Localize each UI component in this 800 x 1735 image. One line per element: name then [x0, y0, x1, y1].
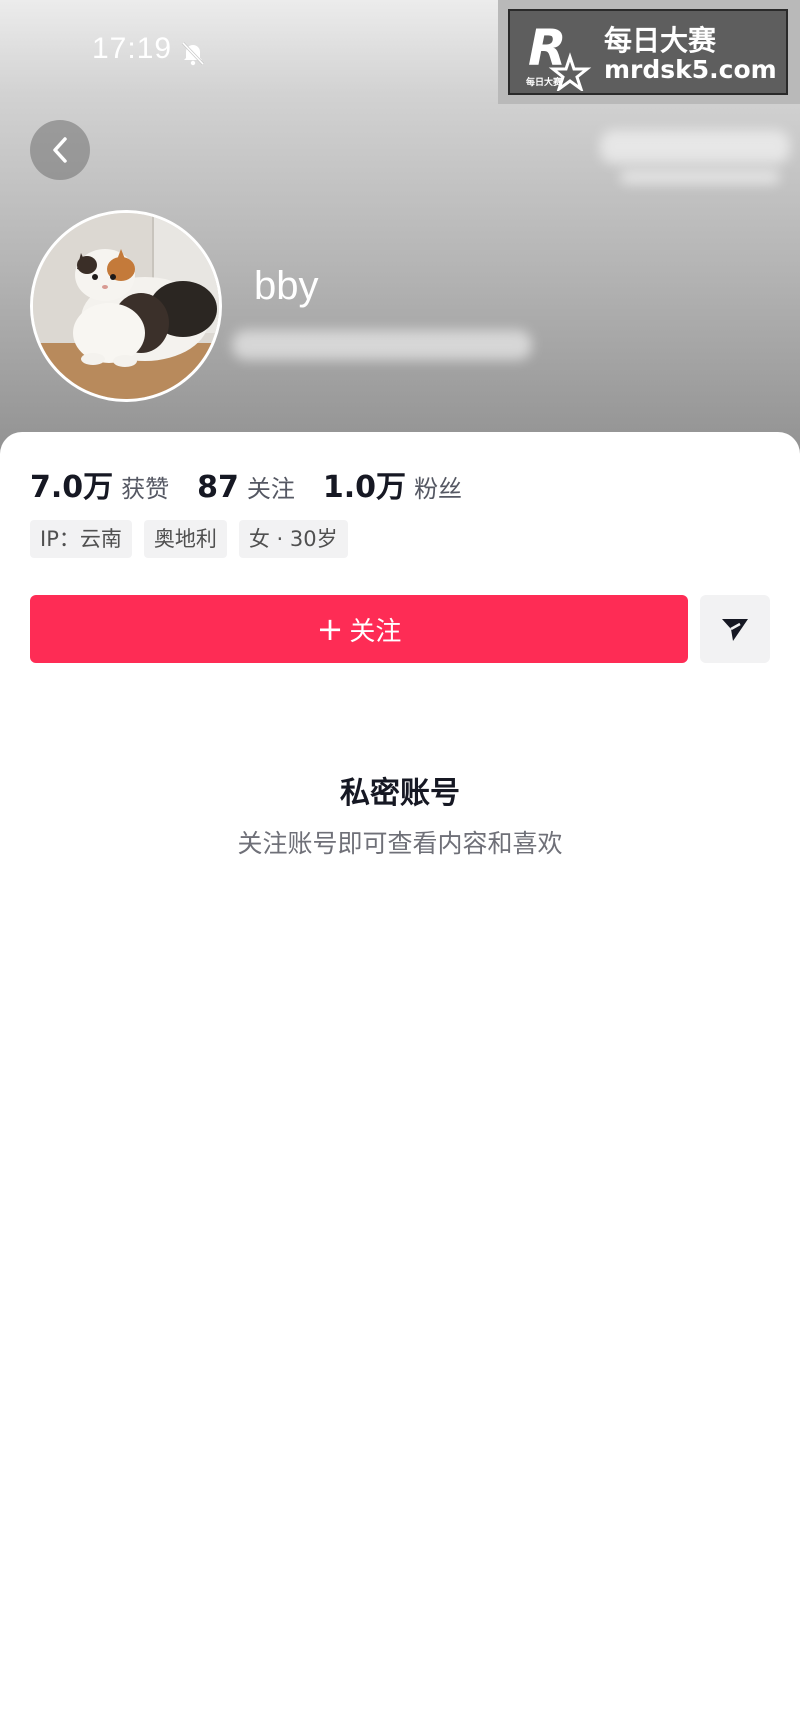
tag-gender-age: 女 · 30岁: [238, 520, 348, 558]
watermark-logo: R 每日大赛: [526, 19, 592, 91]
stat-following[interactable]: 87 关注: [197, 469, 295, 505]
stats-row: 7.0万 获赞 87 关注 1.0万 粉丝: [30, 462, 490, 506]
chevron-left-icon: [53, 137, 67, 163]
username: bby: [254, 264, 319, 308]
stat-followers[interactable]: 1.0万 粉丝: [323, 462, 462, 506]
profile-sheet: 7.0万 获赞 87 关注 1.0万 粉丝 IP：云南 奥地利 女 · 30岁 …: [0, 432, 800, 1735]
back-button[interactable]: [30, 120, 90, 180]
follow-label: 关注: [349, 616, 402, 647]
profile-tags: IP：云南 奥地利 女 · 30岁: [30, 520, 360, 558]
blurred-region: [600, 130, 790, 164]
blurred-region: [620, 170, 780, 184]
tag-ip: IP：云南: [30, 520, 132, 558]
svg-text:每日大赛: 每日大赛: [526, 76, 563, 88]
cat-photo: [33, 213, 219, 399]
profile-header: 17:19 R 每日大赛 每日大赛 mrdsk5.com bby: [0, 0, 800, 470]
share-button[interactable]: [700, 595, 770, 663]
private-account-subtitle: 关注账号即可查看内容和喜欢: [237, 829, 563, 858]
watermark-box: R 每日大赛 每日大赛 mrdsk5.com: [508, 9, 788, 95]
private-account-title: 私密账号: [340, 776, 460, 811]
plus-icon: +: [316, 610, 344, 648]
stat-label: 关注: [246, 475, 295, 503]
stat-value: 87: [197, 470, 239, 505]
stat-label: 获赞: [121, 475, 170, 503]
blurred-region: [232, 330, 532, 360]
avatar[interactable]: [30, 210, 222, 402]
stat-value: 1.0万: [322, 470, 407, 505]
watermark-url: mrdsk5.com: [604, 55, 777, 84]
watermark: R 每日大赛 每日大赛 mrdsk5.com: [498, 0, 800, 104]
status-time: 17:19: [92, 32, 173, 65]
tag-location: 奥地利: [143, 520, 227, 558]
bell-slash-icon: [181, 41, 205, 66]
stat-likes[interactable]: 7.0万 获赞: [30, 462, 169, 506]
watermark-title: 每日大赛: [604, 24, 717, 57]
stat-label: 粉丝: [414, 475, 463, 503]
stat-value: 7.0万: [30, 470, 114, 505]
send-icon: [722, 619, 748, 641]
follow-button[interactable]: + 关注: [30, 595, 688, 663]
